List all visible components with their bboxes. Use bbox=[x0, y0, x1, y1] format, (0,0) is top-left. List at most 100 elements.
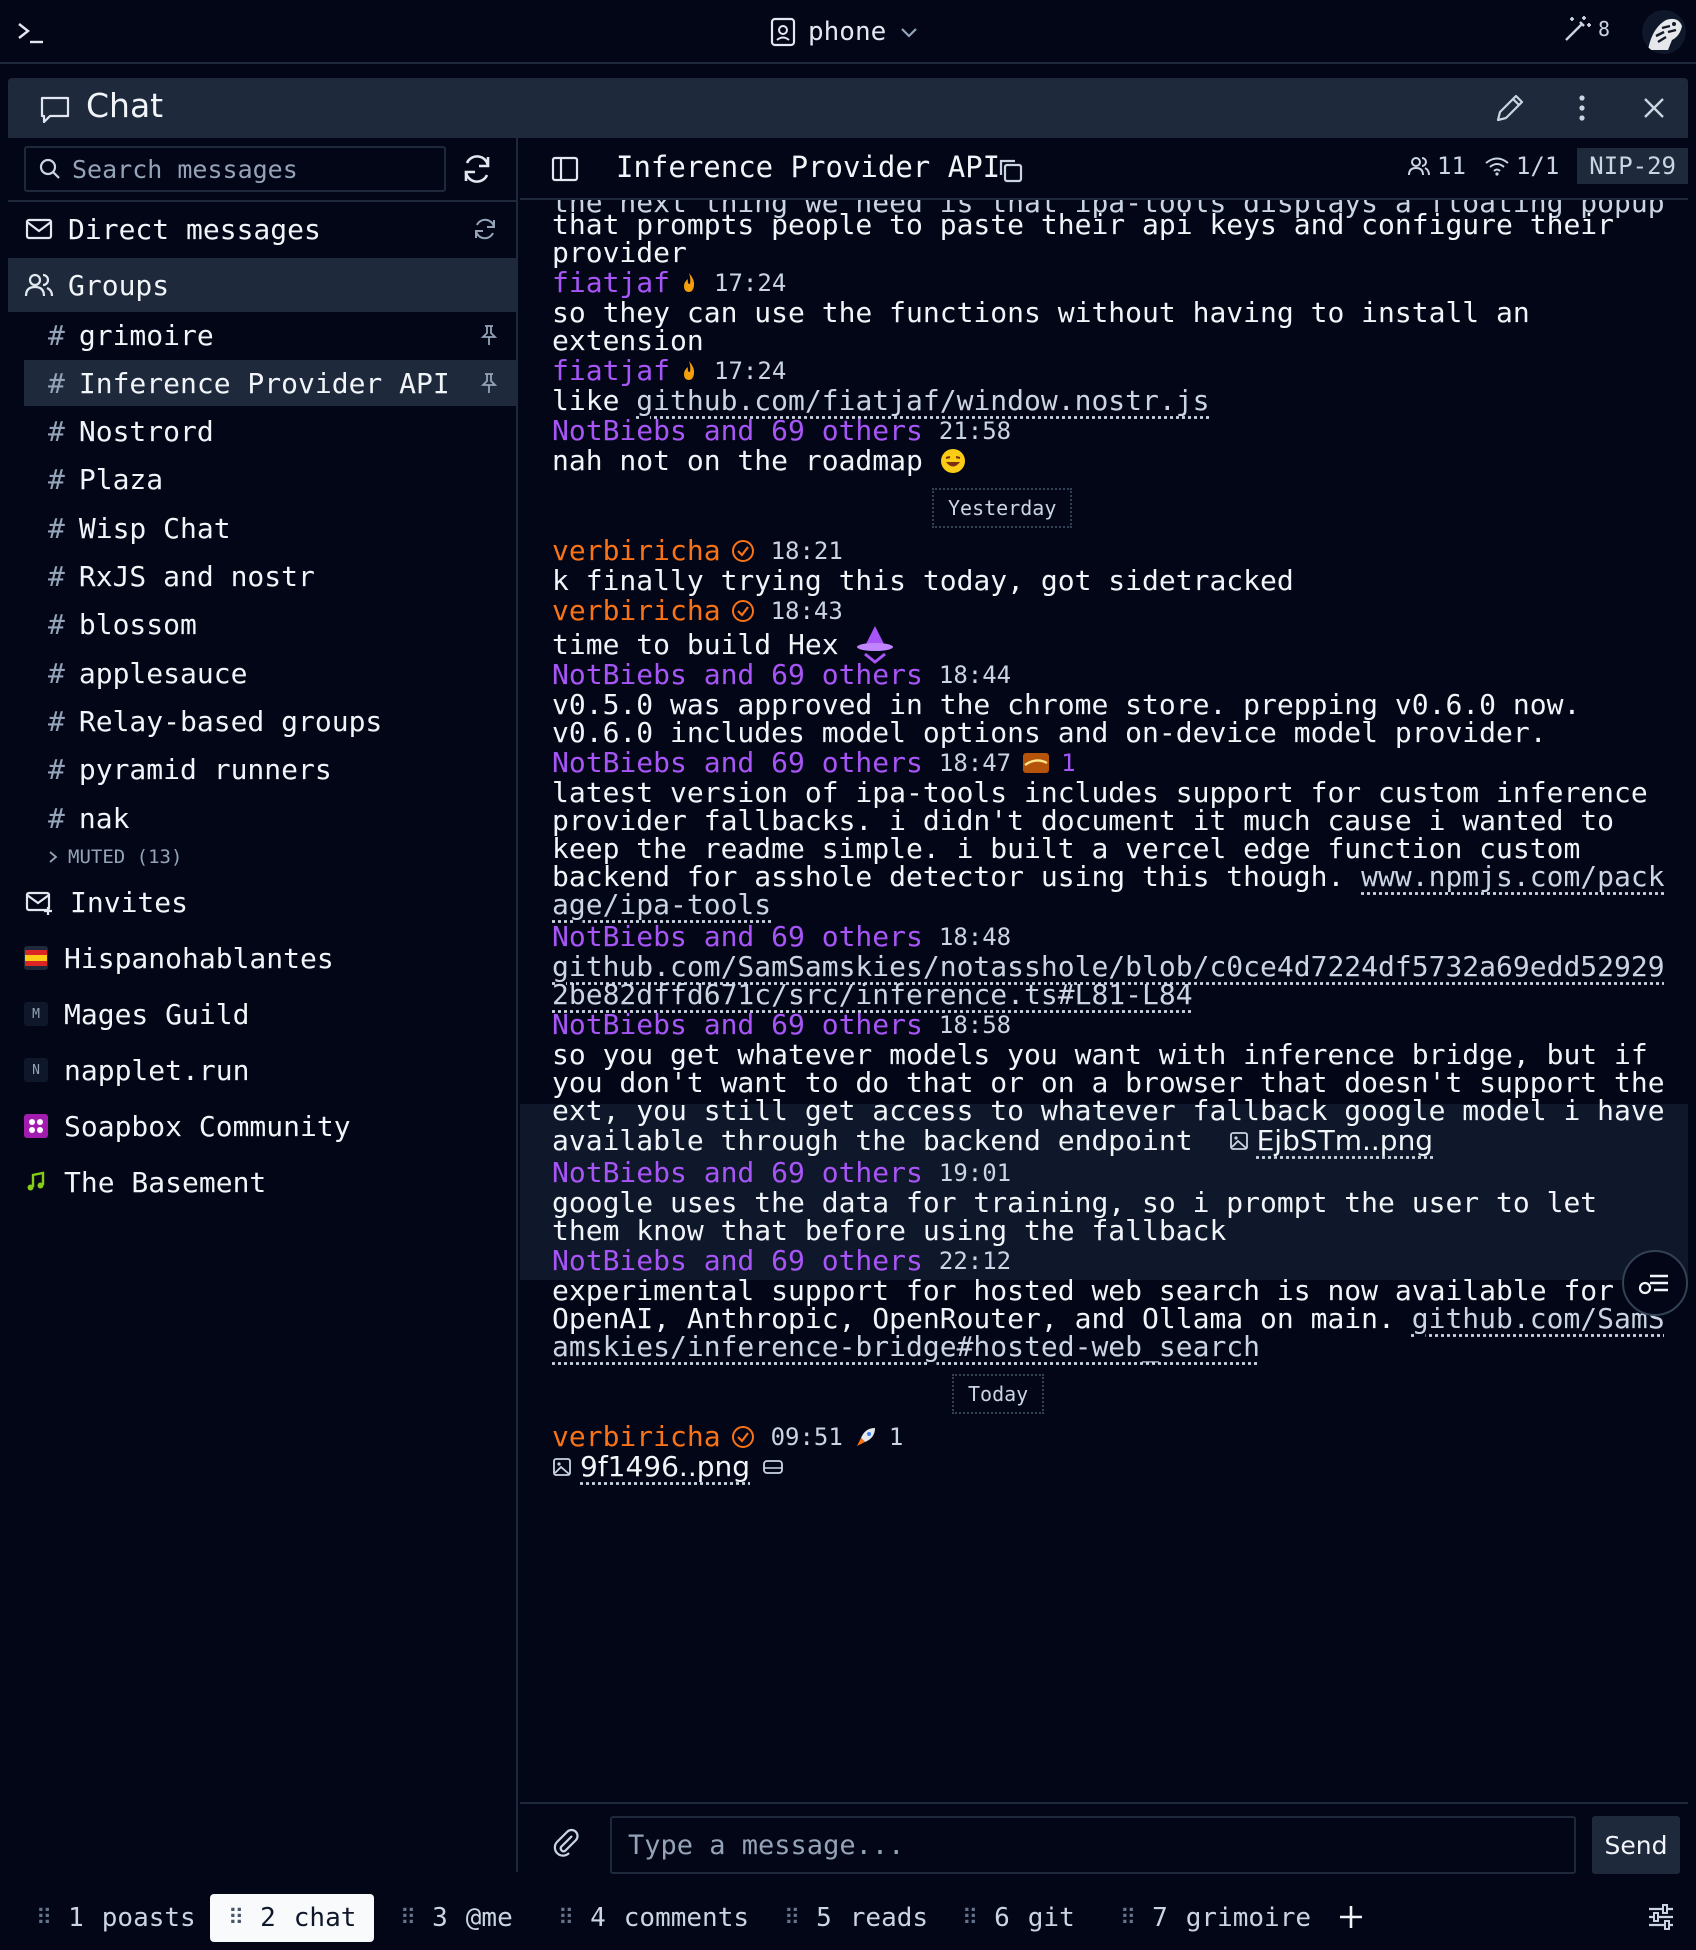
muted-groups-toggle[interactable]: MUTED (13) bbox=[46, 846, 182, 868]
message-link[interactable]: amskies/inference-bridge#hosted-web_sear… bbox=[552, 1330, 1260, 1363]
sidebar-group-item[interactable]: # applesauce bbox=[24, 650, 518, 696]
message-text: v0.6.0 includes model options and on-dev… bbox=[552, 716, 1547, 749]
image-attachment[interactable]: 9f1496..png bbox=[552, 1450, 750, 1483]
message-author[interactable]: NotBiebs and 69 others 21:58 bbox=[552, 414, 1011, 447]
message-link[interactable]: github.com/SamS bbox=[1412, 1302, 1665, 1335]
drag-handle-icon[interactable]: ⠿ bbox=[1120, 1906, 1136, 1931]
sidebar-group-item[interactable]: # pyramid runners bbox=[24, 747, 518, 793]
drag-handle-icon[interactable]: ⠿ bbox=[400, 1906, 416, 1931]
send-button[interactable]: Send bbox=[1592, 1816, 1680, 1874]
more-options-icon[interactable] bbox=[1564, 90, 1600, 126]
author-name[interactable]: fiatjaf bbox=[552, 354, 670, 387]
community-napplet-run[interactable]: N napplet.run bbox=[24, 1046, 249, 1094]
tab-me[interactable]: ⠿ 3 @me bbox=[382, 1894, 531, 1942]
verified-badge-icon bbox=[731, 539, 754, 562]
community-soapbox[interactable]: Soapbox Community bbox=[24, 1102, 351, 1150]
sliders-settings-icon[interactable] bbox=[1646, 1902, 1676, 1932]
message-text: 2be82dffd671c/src/inference.ts#L81-L84 bbox=[552, 978, 1193, 1011]
message-author[interactable]: NotBiebs and 69 others 18:58 bbox=[552, 1008, 1011, 1041]
refresh-dm-icon[interactable] bbox=[472, 216, 498, 242]
paperclip-icon[interactable] bbox=[550, 1826, 582, 1858]
sidebar-item-direct-messages[interactable]: Direct messages bbox=[8, 202, 518, 256]
sidebar-group-item[interactable]: # Relay-based groups bbox=[24, 698, 518, 744]
user-avatar[interactable] bbox=[1642, 10, 1686, 54]
relay-status[interactable]: 1/1 bbox=[1484, 152, 1559, 180]
sidebar-item-invites[interactable]: Invites bbox=[24, 878, 188, 926]
edit-pencil-icon[interactable] bbox=[1492, 90, 1528, 126]
add-tab-icon[interactable] bbox=[1336, 1902, 1366, 1932]
message-author[interactable]: NotBiebs and 69 others 18:47 1 bbox=[552, 746, 1076, 779]
sidebar-toggle-icon[interactable] bbox=[550, 154, 580, 184]
message-link[interactable]: 2be82dffd671c/src/inference.ts#L81-L84 bbox=[552, 978, 1193, 1011]
message-author[interactable]: NotBiebs and 69 others 19:01 bbox=[552, 1156, 1011, 1189]
message-author[interactable]: verbiricha 09:51 1 bbox=[552, 1420, 903, 1453]
sidebar-group-item[interactable]: # grimoire bbox=[24, 312, 518, 358]
community-letter-icon: N bbox=[24, 1058, 48, 1082]
rocket-emoji-icon[interactable] bbox=[853, 1424, 879, 1450]
hash-icon: # bbox=[48, 415, 65, 449]
message-time: 18:47 bbox=[938, 748, 1012, 777]
sidebar-group-item[interactable]: # blossom bbox=[24, 602, 518, 648]
flag-icon bbox=[24, 946, 48, 970]
author-name[interactable]: NotBiebs and 69 others bbox=[552, 1244, 923, 1277]
message-author[interactable]: NotBiebs and 69 others 18:44 bbox=[552, 658, 1011, 691]
sidebar-group-item[interactable]: # RxJS and nostr bbox=[24, 554, 518, 600]
sidebar-group-item[interactable]: # Nostrord bbox=[24, 409, 518, 455]
drag-handle-icon[interactable]: ⠿ bbox=[228, 1906, 244, 1931]
author-name[interactable]: NotBiebs and 69 others bbox=[552, 658, 923, 691]
drag-handle-icon[interactable]: ⠿ bbox=[558, 1906, 574, 1931]
sidebar-group-item[interactable]: # Plaza bbox=[24, 457, 518, 503]
author-name[interactable]: fiatjaf bbox=[552, 266, 670, 299]
search-input[interactable] bbox=[72, 154, 432, 184]
author-name[interactable]: NotBiebs and 69 others bbox=[552, 1156, 923, 1189]
tab-grimoire[interactable]: ⠿ 7 grimoire bbox=[1102, 1894, 1329, 1942]
storage-drive-icon[interactable] bbox=[762, 1457, 784, 1477]
close-icon[interactable] bbox=[1636, 90, 1672, 126]
author-name[interactable]: NotBiebs and 69 others bbox=[552, 920, 923, 953]
pin-icon[interactable] bbox=[478, 372, 500, 394]
tab-comments[interactable]: ⠿ 4 comments bbox=[540, 1894, 767, 1942]
refresh-icon[interactable] bbox=[460, 152, 494, 186]
reaction-emoji-icon[interactable] bbox=[1021, 751, 1051, 775]
author-name[interactable]: NotBiebs and 69 others bbox=[552, 414, 923, 447]
drag-handle-icon[interactable]: ⠿ bbox=[784, 1906, 800, 1931]
tab-git[interactable]: ⠿ 6 git bbox=[944, 1894, 1093, 1942]
drag-handle-icon[interactable]: ⠿ bbox=[36, 1906, 52, 1931]
message-author[interactable]: fiatjaf 17:24 bbox=[552, 354, 786, 387]
workspace-selector[interactable]: phone bbox=[770, 12, 920, 52]
sidebar-group-item[interactable]: # Wisp Chat bbox=[24, 505, 518, 551]
terminal-prompt-icon[interactable] bbox=[16, 18, 46, 48]
community-the-basement[interactable]: The Basement bbox=[24, 1158, 266, 1206]
message-link[interactable]: www.npmjs.com/pack bbox=[1361, 860, 1664, 893]
tab-chat[interactable]: ⠿ 2 chat bbox=[210, 1894, 375, 1942]
sidebar-group-item[interactable]: # nak bbox=[24, 795, 518, 841]
message-link[interactable]: github.com/fiatjaf/window.nostr.js bbox=[636, 384, 1209, 417]
author-name[interactable]: NotBiebs and 69 others bbox=[552, 746, 923, 779]
sidebar-group-item[interactable]: # Inference Provider API bbox=[24, 360, 518, 407]
message-actions-button[interactable] bbox=[1622, 1250, 1688, 1316]
reaction-count: 1 bbox=[888, 1422, 904, 1451]
image-attachment[interactable]: EjbSTm..png bbox=[1229, 1124, 1433, 1157]
sidebar-item-groups[interactable]: Groups bbox=[8, 258, 518, 312]
message-author[interactable]: verbiricha 18:21 bbox=[552, 534, 843, 567]
message-author[interactable]: NotBiebs and 69 others 18:48 bbox=[552, 920, 1011, 953]
community-hispanohablantes[interactable]: Hispanohablantes bbox=[24, 934, 334, 982]
member-count[interactable]: 11 bbox=[1407, 152, 1466, 180]
tab-poasts[interactable]: ⠿ 1 poasts bbox=[18, 1894, 214, 1942]
tab-reads[interactable]: ⠿ 5 reads bbox=[766, 1894, 946, 1942]
author-name[interactable]: NotBiebs and 69 others bbox=[552, 1008, 923, 1041]
message-link[interactable]: age/ipa-tools bbox=[552, 888, 771, 921]
message-input[interactable] bbox=[610, 1816, 1576, 1874]
magic-wand-button[interactable]: 8 bbox=[1562, 14, 1610, 44]
copy-icon[interactable] bbox=[996, 156, 1024, 184]
message-text: nah not on the roadmap bbox=[552, 444, 967, 477]
message-author[interactable]: verbiricha 18:43 bbox=[552, 594, 843, 627]
message-author[interactable]: NotBiebs and 69 others 22:12 bbox=[552, 1244, 1011, 1277]
community-mages-guild[interactable]: M Mages Guild bbox=[24, 990, 249, 1038]
message-author[interactable]: fiatjaf 17:24 bbox=[552, 266, 786, 299]
author-name[interactable]: verbiricha bbox=[552, 1420, 721, 1453]
author-name[interactable]: verbiricha bbox=[552, 534, 721, 567]
author-name[interactable]: verbiricha bbox=[552, 594, 721, 627]
drag-handle-icon[interactable]: ⠿ bbox=[962, 1906, 978, 1931]
pin-icon[interactable] bbox=[478, 324, 500, 346]
